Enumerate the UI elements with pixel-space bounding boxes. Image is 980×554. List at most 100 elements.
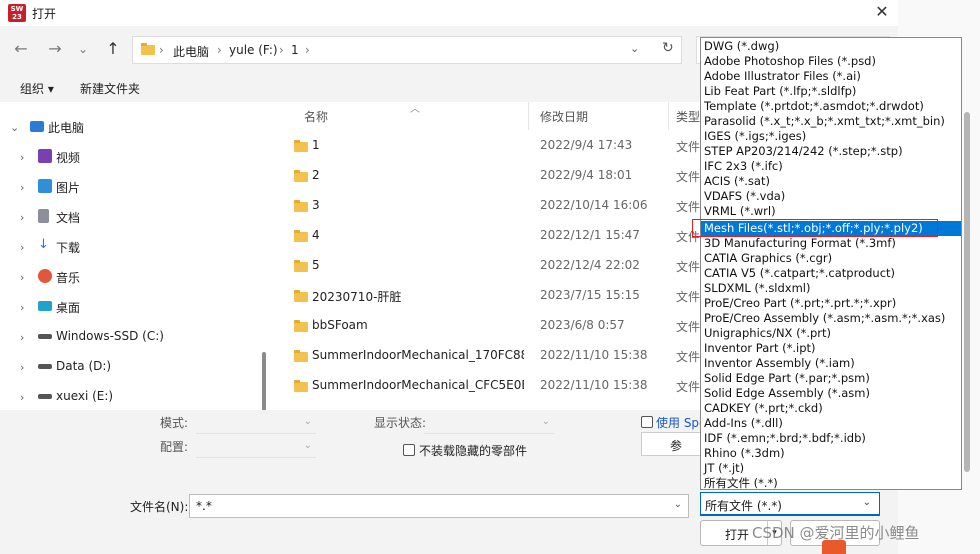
filetype-option[interactable]: IGES (*.igs;*.iges) (701, 129, 961, 144)
filetype-option[interactable]: 3D Manufacturing Format (*.3mf) (701, 236, 961, 251)
chevron-right-icon[interactable]: › (20, 271, 24, 284)
chevron-right-icon[interactable]: › (20, 241, 24, 254)
chevron-right-icon[interactable]: › (20, 151, 24, 164)
filetype-option[interactable]: IDF (*.emn;*.brd;*.bdf;*.idb) (701, 431, 961, 446)
forward-button[interactable]: → (44, 38, 66, 60)
sidebar-item-drive-c[interactable]: › Windows-SSD (C:) (0, 324, 262, 352)
column-header-type[interactable]: 类型 (676, 108, 700, 125)
filetype-option[interactable]: Parasolid (*.x_t;*.x_b;*.xmt_txt;*.xmt_b… (701, 114, 961, 129)
filetype-option[interactable]: Rhino (*.3dm) (701, 446, 961, 461)
chevron-down-icon[interactable]: ⌄ (10, 121, 19, 134)
file-row[interactable]: 4 2022/12/1 15:47 文件 (272, 222, 702, 252)
chevron-right-icon[interactable]: › (20, 181, 24, 194)
filetype-option[interactable]: CADKEY (*.prt;*.ckd) (701, 401, 961, 416)
refresh-icon[interactable]: ↻ (662, 40, 674, 56)
mode-select[interactable]: ⌄ (196, 412, 316, 434)
sidebar-item-label: 下载 (56, 241, 81, 255)
breadcrumb-folder[interactable]: 1 (291, 43, 299, 57)
navigation-pane: ⌄ 此电脑 › 视频 › 图片 › 文档 › ↓ 下载 › 音乐 › 桌面 › … (0, 102, 272, 410)
file-row[interactable]: 3 2022/10/14 16:06 文件 (272, 192, 702, 222)
file-date: 2023/7/15 15:15 (540, 288, 640, 302)
close-button[interactable]: ✕ (866, 0, 898, 26)
up-button[interactable]: ↑ (102, 38, 124, 60)
sidebar-item-drive-e[interactable]: › xuexi (E:) (0, 384, 262, 410)
address-bar[interactable]: › 此电脑 › yule (F:) › 1 › (132, 36, 682, 64)
filetype-option[interactable]: CATIA V5 (*.catpart;*.catproduct) (701, 266, 961, 281)
column-divider[interactable] (668, 102, 669, 130)
file-name: SummerIndoorMechanical_170FC884... (312, 348, 524, 362)
filetype-option[interactable]: Solid Edge Part (*.par;*.psm) (701, 371, 961, 386)
new-folder-button[interactable]: 新建文件夹 (80, 80, 140, 97)
filetype-option[interactable]: JT (*.jt) (701, 461, 961, 476)
column-divider[interactable] (528, 102, 529, 130)
display-status-select[interactable]: ⌄ (424, 412, 554, 434)
sidebar-scrollbar[interactable] (262, 352, 266, 410)
organize-button[interactable]: 组织 ▾ (20, 80, 54, 97)
filetype-option[interactable]: 所有文件 (*.*) (701, 476, 961, 489)
chevron-right-icon[interactable]: › (20, 331, 24, 344)
drive-icon (38, 334, 52, 339)
filetype-option[interactable]: Lib Feat Part (*.lfp;*.sldlfp) (701, 84, 961, 99)
address-dropdown-icon[interactable]: ⌄ (630, 42, 639, 55)
file-row[interactable]: SummerIndoorMechanical_CFC5E0E6... 2022/… (272, 372, 702, 402)
sidebar-item-music[interactable]: › 音乐 (0, 264, 262, 292)
chevron-right-icon: › (279, 43, 284, 57)
annotation-highlight-box (692, 219, 938, 237)
file-row[interactable]: 5 2022/12/4 22:02 文件 (272, 252, 702, 282)
filetype-option[interactable]: ACIS (*.sat) (701, 174, 961, 189)
download-icon: ↓ (38, 237, 49, 252)
breadcrumb-this-pc[interactable]: 此电脑 (173, 43, 209, 60)
dropdown-scrollbar[interactable] (964, 112, 970, 472)
sidebar-item-label: Windows-SSD (C:) (56, 329, 164, 343)
filetype-option[interactable]: Add-Ins (*.dll) (701, 416, 961, 431)
file-row[interactable]: 2 2022/9/4 18:01 文件 (272, 162, 702, 192)
chevron-right-icon[interactable]: › (20, 391, 24, 404)
filetype-option[interactable]: Adobe Illustrator Files (*.ai) (701, 69, 961, 84)
filename-input[interactable]: *.* ⌄ (189, 494, 689, 518)
file-row[interactable]: 1 2022/9/4 17:43 文件 (272, 132, 702, 162)
column-header-name[interactable]: 名称 (304, 108, 328, 125)
recent-locations-button[interactable]: ⌄ (72, 38, 94, 60)
filetype-option[interactable]: ProE/Creo Assembly (*.asm;*.asm.*;*.xas) (701, 311, 961, 326)
config-select[interactable]: ⌄ (196, 436, 316, 458)
column-header-date[interactable]: 修改日期 (540, 108, 588, 125)
filetype-option[interactable]: VDAFS (*.vda) (701, 189, 961, 204)
sidebar-item-documents[interactable]: › 文档 (0, 204, 262, 232)
filetype-option[interactable]: Solid Edge Assembly (*.asm) (701, 386, 961, 401)
filetype-option[interactable]: SLDXML (*.sldxml) (701, 281, 961, 296)
file-name: 1 (312, 138, 320, 152)
file-row[interactable]: bbSFoam 2023/6/8 0:57 文件 (272, 312, 702, 342)
filetype-option[interactable]: Inventor Part (*.ipt) (701, 341, 961, 356)
filetype-select[interactable]: 所有文件 (*.*) ⌄ (700, 492, 880, 516)
exclude-hidden-checkbox[interactable] (403, 444, 415, 456)
sidebar-item-pictures[interactable]: › 图片 (0, 174, 262, 202)
sidebar-item-downloads[interactable]: › ↓ 下载 (0, 234, 262, 262)
filetype-option[interactable]: VRML (*.wrl) (701, 204, 961, 219)
filetype-option[interactable]: DWG (*.dwg) (701, 39, 961, 54)
sidebar-item-this-pc[interactable]: ⌄ 此电脑 (0, 114, 262, 142)
filetype-option[interactable]: CATIA Graphics (*.cgr) (701, 251, 961, 266)
chevron-right-icon[interactable]: › (20, 211, 24, 224)
sidebar-item-desktop[interactable]: › 桌面 (0, 294, 262, 322)
filetype-option[interactable]: IFC 2x3 (*.ifc) (701, 159, 961, 174)
folder-icon (294, 230, 308, 242)
file-row[interactable]: 20230710-肝脏 2023/7/15 15:15 文件 (272, 282, 702, 312)
chevron-right-icon[interactable]: › (20, 361, 24, 374)
filetype-option[interactable]: ProE/Creo Part (*.prt;*.prt.*;*.xpr) (701, 296, 961, 311)
file-type: 文件 (676, 290, 701, 304)
advanced-button[interactable]: 参 (641, 432, 701, 456)
chevron-right-icon[interactable]: › (20, 301, 24, 314)
use-spec-checkbox[interactable] (641, 416, 653, 428)
filetype-option[interactable]: Adobe Photoshop Files (*.psd) (701, 54, 961, 69)
filetype-option[interactable]: Unigraphics/NX (*.prt) (701, 326, 961, 341)
sort-ascending-icon: ︿ (410, 104, 420, 115)
filetype-option[interactable]: Inventor Assembly (*.iam) (701, 356, 961, 371)
chevron-down-icon[interactable]: ⌄ (674, 499, 682, 510)
filetype-option[interactable]: Template (*.prtdot;*.asmdot;*.drwdot) (701, 99, 961, 114)
file-row[interactable]: SummerIndoorMechanical_170FC884... 2022/… (272, 342, 702, 372)
breadcrumb-drive[interactable]: yule (F:) (229, 43, 278, 57)
back-button[interactable]: ← (10, 38, 32, 60)
filetype-option[interactable]: STEP AP203/214/242 (*.step;*.stp) (701, 144, 961, 159)
sidebar-item-drive-d[interactable]: › Data (D:) (0, 354, 262, 382)
sidebar-item-videos[interactable]: › 视频 (0, 144, 262, 172)
